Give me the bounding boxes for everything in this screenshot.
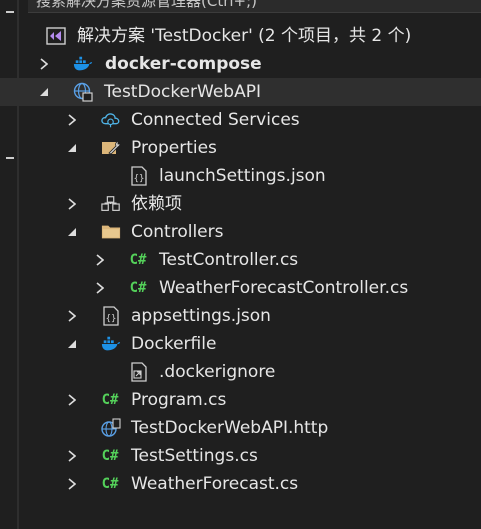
docker-icon [73,55,93,73]
tree-item-launch-settings[interactable]: {} launchSettings.json [0,162,481,190]
collapse-caret-icon[interactable] [38,78,50,106]
json-file-icon: {} [101,306,121,326]
tree-item-label: WeatherForecastController.cs [159,278,409,298]
solution-explorer: 搜索解决方案资源管理器(Ctrl+;) 解决方案 'TestDocker' (2… [0,0,481,529]
svg-text:{}: {} [134,174,145,184]
tree-item-label: Controllers [131,222,224,242]
tree-item-label: appsettings.json [131,306,271,326]
docker-icon [101,335,121,353]
tree-item-solution[interactable]: 解决方案 'TestDocker' (2 个项目，共 2 个) [0,22,481,50]
http-file-icon [101,418,121,437]
json-file-icon: {} [129,166,149,186]
tree-item-label: WeatherForecast.cs [131,474,299,494]
tree-item-label: Connected Services [131,110,300,130]
tree-item-dockerfile[interactable]: Dockerfile [0,330,481,358]
folder-icon [101,223,121,241]
csharp-file-icon: C# [101,392,119,408]
collapse-caret-icon[interactable] [66,134,78,162]
tree-item-label: launchSettings.json [159,166,326,186]
expand-caret-icon[interactable] [94,246,106,274]
tree-item-docker-compose[interactable]: docker-compose [0,50,481,78]
expand-caret-icon[interactable] [94,274,106,302]
expand-caret-icon[interactable] [66,302,78,330]
cloud-services-icon [101,111,121,129]
tree-item-properties[interactable]: Properties [0,134,481,162]
search-input[interactable]: 搜索解决方案资源管理器(Ctrl+;) [28,0,481,13]
tree-item-label: TestController.cs [159,250,299,270]
gutter-marker [6,11,14,13]
csharp-file-icon: C# [101,476,119,492]
tree-item-label: docker-compose [105,54,262,74]
tree-item-project[interactable]: TestDockerWebAPI [0,78,481,106]
tree-item-weather-controller[interactable]: C# WeatherForecastController.cs [0,274,481,302]
tree-item-test-controller[interactable]: C# TestController.cs [0,246,481,274]
solution-tree: 解决方案 'TestDocker' (2 个项目，共 2 个) docker-c… [0,22,481,498]
tree-item-label: TestDockerWebAPI [104,82,261,102]
dependencies-icon [101,195,121,213]
tree-item-label: TestDockerWebAPI.http [131,418,329,438]
solution-icon [46,27,66,45]
tree-item-label: Dockerfile [131,334,217,354]
web-project-icon [73,82,93,102]
tree-item-label: Properties [131,138,217,158]
tree-item-label: 依赖项 [131,194,182,214]
csharp-file-icon: C# [129,252,147,268]
tree-item-test-settings[interactable]: C# TestSettings.cs [0,442,481,470]
tree-item-label: 解决方案 'TestDocker' (2 个项目，共 2 个) [77,26,412,46]
expand-caret-icon[interactable] [66,106,78,134]
tree-item-connected-services[interactable]: Connected Services [0,106,481,134]
tree-item-weather-forecast[interactable]: C# WeatherForecast.cs [0,470,481,498]
tree-item-dockerignore[interactable]: .dockerignore [0,358,481,386]
collapse-caret-icon[interactable] [66,330,78,358]
tree-item-appsettings[interactable]: {} appsettings.json [0,302,481,330]
collapse-caret-icon[interactable] [66,218,78,246]
expand-caret-icon[interactable] [66,470,78,498]
expand-caret-icon[interactable] [38,50,50,78]
tree-item-label: TestSettings.cs [131,446,258,466]
tree-item-http-file[interactable]: TestDockerWebAPI.http [0,414,481,442]
expand-caret-icon[interactable] [66,190,78,218]
shortcut-file-icon [129,362,149,382]
tree-item-controllers[interactable]: Controllers [0,218,481,246]
tree-item-label: Program.cs [131,390,227,410]
csharp-file-icon: C# [129,280,147,296]
expand-caret-icon[interactable] [66,386,78,414]
tree-item-label: .dockerignore [159,362,276,382]
tree-item-program[interactable]: C# Program.cs [0,386,481,414]
expand-caret-icon[interactable] [66,442,78,470]
svg-text:{}: {} [106,314,117,324]
csharp-file-icon: C# [101,448,119,464]
tree-item-dependencies[interactable]: 依赖项 [0,190,481,218]
wrench-icon [101,139,121,157]
